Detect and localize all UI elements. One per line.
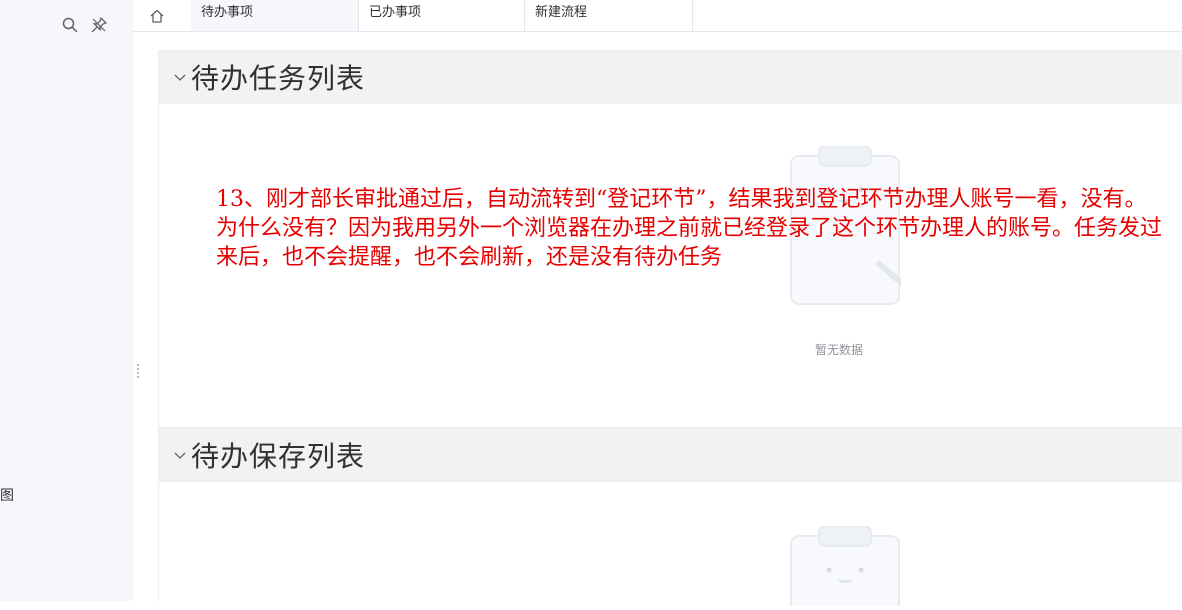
pin-icon[interactable] [90,16,108,34]
todo-save-title: 待办保存列表 [191,440,366,473]
todo-save-panel: 待办保存列表 [158,428,1182,610]
sidebar-item-1[interactable]: 程图 [0,485,14,505]
todo-save-header[interactable]: 待办保存列表 [159,429,1182,482]
todo-task-header[interactable]: 待办任务列表 [159,51,1182,104]
empty-clipboard-icon [789,525,901,610]
tab-new-process[interactable]: 新建流程 [525,0,693,31]
todo-save-body [159,482,1182,610]
sidebar-tools [62,16,108,34]
annotation-text: 13、刚才部长审批通过后，自动流转到“登记环节”，结果我到登记环节办理人账号一看… [216,187,1163,270]
empty-state-text: 暂无数据 [815,343,864,357]
tab-done[interactable]: 已办事项 [359,0,525,31]
search-icon[interactable] [62,17,78,33]
sidebar: 程图 程 程 [0,0,133,601]
todo-task-title: 待办任务列表 [191,62,366,95]
home-icon[interactable] [143,0,171,31]
chevron-down-icon [173,68,187,87]
chevron-down-icon [173,446,187,465]
tab-todo[interactable]: 待办事项 [191,0,359,31]
sidebar-resize-handle[interactable] [137,364,141,382]
tab-bar: 待办事项 已办事项 新建流程 [133,0,1182,32]
